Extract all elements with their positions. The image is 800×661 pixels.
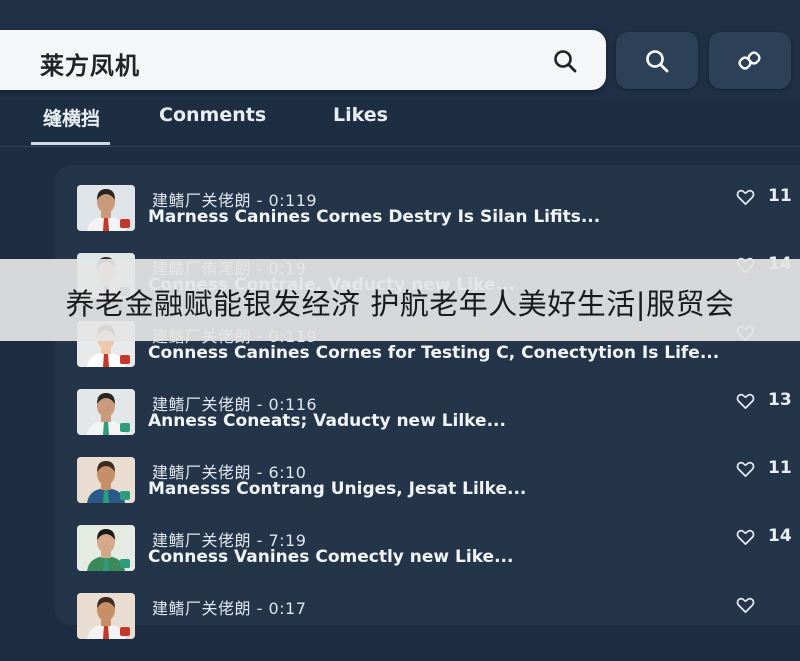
like-count: 11 (768, 458, 792, 478)
search-input[interactable]: 莱方凤机 (40, 46, 140, 81)
item-title[interactable]: Conness Canines Cornes for Testing C, Co… (148, 343, 798, 363)
heart-icon (736, 189, 755, 205)
like-count: 14 (768, 526, 792, 546)
avatar[interactable] (77, 389, 135, 435)
search-bar[interactable]: 莱方凤机 (0, 30, 606, 90)
list-item[interactable]: 建鳍厂关佬朗 - 0:119 Marness Canines Cornes Des… (0, 185, 800, 253)
banner-text: 养老金融赋能银发经济 护航老年人美好生活|服贸会 (65, 287, 735, 321)
avatar[interactable] (77, 525, 135, 571)
item-title[interactable]: Conness Vanines Comectly new Like... (148, 547, 798, 567)
heart-icon (736, 393, 755, 409)
list-item[interactable]: 建鳍厂关佬朗 - 0:17 (0, 593, 800, 661)
list-item[interactable]: 建鳍厂关佬朗 - 7:19 Conness Vanines Comectly ne… (0, 525, 800, 593)
tab-likes[interactable]: Likes (333, 104, 388, 126)
avatar[interactable] (77, 457, 135, 503)
tab-divider (0, 146, 800, 147)
heart-icon (736, 461, 755, 477)
link-button[interactable] (709, 32, 791, 89)
item-title[interactable]: Marness Canines Cornes Destry Is Silan L… (148, 207, 798, 227)
avatar[interactable] (77, 185, 135, 231)
like-count: 11 (768, 186, 792, 206)
top-bar: 莱方凤机 (0, 0, 800, 100)
list-item[interactable]: 建鳍厂关佬朗 - 6:10 Manesss Contrang Uniges, Je… (0, 457, 800, 525)
search-button[interactable] (616, 32, 698, 89)
like-count: 13 (768, 390, 792, 410)
caption-banner: 养老金融赋能银发经济 护航老年人美好生活|服贸会 (0, 259, 800, 341)
search-icon (646, 50, 669, 73)
item-meta: 建鳍厂关佬朗 - 0:17 (152, 599, 307, 618)
link-icon (738, 51, 761, 70)
item-title[interactable]: Manesss Contrang Uniges, Jesat Lilke... (148, 479, 798, 499)
tab-posts[interactable]: 缝横挡 (30, 104, 111, 145)
item-title[interactable]: Anness Coneats; Vaducty new Lilke... (148, 411, 798, 431)
search-icon[interactable] (552, 48, 578, 74)
list-item[interactable]: 建鳍厂关佬朗 - 0:116 Anness Coneats; Vaducty ne… (0, 389, 800, 457)
heart-icon (736, 529, 755, 545)
tab-comments[interactable]: Conments (159, 104, 266, 126)
tab-bar: 缝横挡 Conments Likes (0, 100, 800, 146)
